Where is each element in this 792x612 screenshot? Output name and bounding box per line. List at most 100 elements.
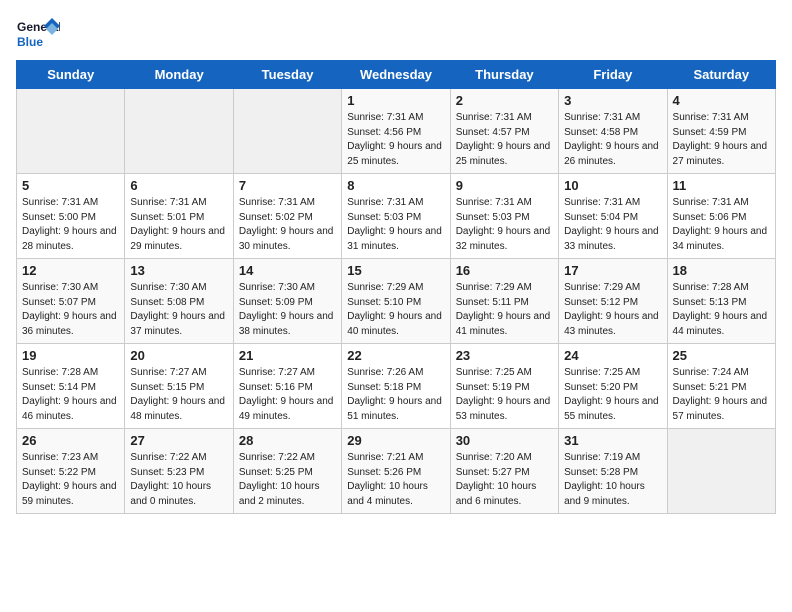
page-header: General Blue [16, 16, 776, 52]
calendar-cell [125, 89, 233, 174]
day-number: 1 [347, 93, 444, 108]
day-number: 8 [347, 178, 444, 193]
cell-content: Sunrise: 7:31 AM Sunset: 4:56 PM Dayligh… [347, 111, 444, 169]
cell-content: Sunrise: 7:26 AM Sunset: 5:18 PM Dayligh… [347, 366, 444, 424]
cell-content: Sunrise: 7:29 AM Sunset: 5:11 PM Dayligh… [456, 281, 553, 339]
cell-content: Sunrise: 7:25 AM Sunset: 5:20 PM Dayligh… [564, 366, 661, 424]
weekday-row: SundayMondayTuesdayWednesdayThursdayFrid… [17, 61, 776, 89]
day-number: 27 [130, 433, 227, 448]
cell-content: Sunrise: 7:29 AM Sunset: 5:10 PM Dayligh… [347, 281, 444, 339]
calendar-cell: 6 Sunrise: 7:31 AM Sunset: 5:01 PM Daylig… [125, 174, 233, 259]
cell-content: Sunrise: 7:31 AM Sunset: 5:06 PM Dayligh… [673, 196, 770, 254]
calendar-cell: 15 Sunrise: 7:29 AM Sunset: 5:10 PM Dayli… [342, 259, 450, 344]
calendar-cell: 12Sunrise: 7:30 AM Sunset: 5:07 PM Dayli… [17, 259, 125, 344]
logo-container: General Blue [16, 16, 60, 52]
day-number: 23 [456, 348, 553, 363]
calendar-cell: 4 Sunrise: 7:31 AM Sunset: 4:59 PM Daylig… [667, 89, 775, 174]
day-number: 6 [130, 178, 227, 193]
day-number: 4 [673, 93, 770, 108]
calendar-week-3: 12Sunrise: 7:30 AM Sunset: 5:07 PM Dayli… [17, 259, 776, 344]
calendar-cell [17, 89, 125, 174]
day-number: 20 [130, 348, 227, 363]
cell-content: Sunrise: 7:31 AM Sunset: 4:57 PM Dayligh… [456, 111, 553, 169]
day-number: 15 [347, 263, 444, 278]
day-number: 21 [239, 348, 336, 363]
calendar-header: SundayMondayTuesdayWednesdayThursdayFrid… [17, 61, 776, 89]
cell-content: Sunrise: 7:22 AM Sunset: 5:25 PM Dayligh… [239, 451, 336, 509]
calendar-cell: 13 Sunrise: 7:30 AM Sunset: 5:08 PM Dayli… [125, 259, 233, 344]
calendar-cell: 21 Sunrise: 7:27 AM Sunset: 5:16 PM Dayli… [233, 344, 341, 429]
day-number: 7 [239, 178, 336, 193]
day-number: 9 [456, 178, 553, 193]
calendar-cell: 27 Sunrise: 7:22 AM Sunset: 5:23 PM Dayli… [125, 429, 233, 514]
cell-content: Sunrise: 7:31 AM Sunset: 5:00 PM Dayligh… [22, 196, 119, 254]
calendar-cell: 26Sunrise: 7:23 AM Sunset: 5:22 PM Dayli… [17, 429, 125, 514]
day-number: 11 [673, 178, 770, 193]
calendar-cell: 7 Sunrise: 7:31 AM Sunset: 5:02 PM Daylig… [233, 174, 341, 259]
calendar-cell: 9 Sunrise: 7:31 AM Sunset: 5:03 PM Daylig… [450, 174, 558, 259]
calendar-cell: 8 Sunrise: 7:31 AM Sunset: 5:03 PM Daylig… [342, 174, 450, 259]
calendar-cell: 17 Sunrise: 7:29 AM Sunset: 5:12 PM Dayli… [559, 259, 667, 344]
weekday-header-saturday: Saturday [667, 61, 775, 89]
cell-content: Sunrise: 7:31 AM Sunset: 5:03 PM Dayligh… [347, 196, 444, 254]
calendar-cell: 19 Sunrise: 7:28 AM Sunset: 5:14 PM Dayli… [17, 344, 125, 429]
calendar-cell: 18 Sunrise: 7:28 AM Sunset: 5:13 PM Dayli… [667, 259, 775, 344]
calendar-week-1: 1 Sunrise: 7:31 AM Sunset: 4:56 PM Daylig… [17, 89, 776, 174]
calendar-cell: 20 Sunrise: 7:27 AM Sunset: 5:15 PM Dayli… [125, 344, 233, 429]
calendar-cell: 29 Sunrise: 7:21 AM Sunset: 5:26 PM Dayli… [342, 429, 450, 514]
day-number: 5 [22, 178, 119, 193]
calendar-cell: 2 Sunrise: 7:31 AM Sunset: 4:57 PM Daylig… [450, 89, 558, 174]
calendar-week-2: 5 Sunrise: 7:31 AM Sunset: 5:00 PM Daylig… [17, 174, 776, 259]
weekday-header-tuesday: Tuesday [233, 61, 341, 89]
day-number: 31 [564, 433, 661, 448]
weekday-header-sunday: Sunday [17, 61, 125, 89]
calendar-table: SundayMondayTuesdayWednesdayThursdayFrid… [16, 60, 776, 514]
cell-content: Sunrise: 7:31 AM Sunset: 5:01 PM Dayligh… [130, 196, 227, 254]
weekday-header-monday: Monday [125, 61, 233, 89]
calendar-cell: 5 Sunrise: 7:31 AM Sunset: 5:00 PM Daylig… [17, 174, 125, 259]
day-number: 19 [22, 348, 119, 363]
calendar-cell: 30Sunrise: 7:20 AM Sunset: 5:27 PM Dayli… [450, 429, 558, 514]
calendar-cell: 28Sunrise: 7:22 AM Sunset: 5:25 PM Dayli… [233, 429, 341, 514]
day-number: 16 [456, 263, 553, 278]
calendar-week-5: 26Sunrise: 7:23 AM Sunset: 5:22 PM Dayli… [17, 429, 776, 514]
day-number: 25 [673, 348, 770, 363]
day-number: 29 [347, 433, 444, 448]
cell-content: Sunrise: 7:28 AM Sunset: 5:13 PM Dayligh… [673, 281, 770, 339]
cell-content: Sunrise: 7:31 AM Sunset: 4:58 PM Dayligh… [564, 111, 661, 169]
calendar-cell: 14 Sunrise: 7:30 AM Sunset: 5:09 PM Dayli… [233, 259, 341, 344]
cell-content: Sunrise: 7:22 AM Sunset: 5:23 PM Dayligh… [130, 451, 227, 509]
calendar-cell [667, 429, 775, 514]
calendar-week-4: 19 Sunrise: 7:28 AM Sunset: 5:14 PM Dayli… [17, 344, 776, 429]
weekday-header-thursday: Thursday [450, 61, 558, 89]
day-number: 10 [564, 178, 661, 193]
cell-content: Sunrise: 7:21 AM Sunset: 5:26 PM Dayligh… [347, 451, 444, 509]
day-number: 14 [239, 263, 336, 278]
logo: General Blue [16, 16, 60, 52]
calendar-cell: 11 Sunrise: 7:31 AM Sunset: 5:06 PM Dayli… [667, 174, 775, 259]
day-number: 22 [347, 348, 444, 363]
cell-content: Sunrise: 7:31 AM Sunset: 4:59 PM Dayligh… [673, 111, 770, 169]
cell-content: Sunrise: 7:29 AM Sunset: 5:12 PM Dayligh… [564, 281, 661, 339]
calendar-cell: 31 Sunrise: 7:19 AM Sunset: 5:28 PM Dayli… [559, 429, 667, 514]
cell-content: Sunrise: 7:19 AM Sunset: 5:28 PM Dayligh… [564, 451, 661, 509]
day-number: 2 [456, 93, 553, 108]
cell-content: Sunrise: 7:24 AM Sunset: 5:21 PM Dayligh… [673, 366, 770, 424]
cell-content: Sunrise: 7:30 AM Sunset: 5:07 PM Dayligh… [22, 281, 119, 339]
day-number: 17 [564, 263, 661, 278]
day-number: 18 [673, 263, 770, 278]
cell-content: Sunrise: 7:30 AM Sunset: 5:08 PM Dayligh… [130, 281, 227, 339]
day-number: 13 [130, 263, 227, 278]
cell-content: Sunrise: 7:31 AM Sunset: 5:02 PM Dayligh… [239, 196, 336, 254]
day-number: 30 [456, 433, 553, 448]
calendar-cell: 1 Sunrise: 7:31 AM Sunset: 4:56 PM Daylig… [342, 89, 450, 174]
cell-content: Sunrise: 7:28 AM Sunset: 5:14 PM Dayligh… [22, 366, 119, 424]
cell-content: Sunrise: 7:31 AM Sunset: 5:03 PM Dayligh… [456, 196, 553, 254]
calendar-cell: 25 Sunrise: 7:24 AM Sunset: 5:21 PM Dayli… [667, 344, 775, 429]
cell-content: Sunrise: 7:30 AM Sunset: 5:09 PM Dayligh… [239, 281, 336, 339]
cell-content: Sunrise: 7:27 AM Sunset: 5:15 PM Dayligh… [130, 366, 227, 424]
calendar-body: 1 Sunrise: 7:31 AM Sunset: 4:56 PM Daylig… [17, 89, 776, 514]
cell-content: Sunrise: 7:27 AM Sunset: 5:16 PM Dayligh… [239, 366, 336, 424]
calendar-cell: 3Sunrise: 7:31 AM Sunset: 4:58 PM Daylig… [559, 89, 667, 174]
calendar-cell [233, 89, 341, 174]
